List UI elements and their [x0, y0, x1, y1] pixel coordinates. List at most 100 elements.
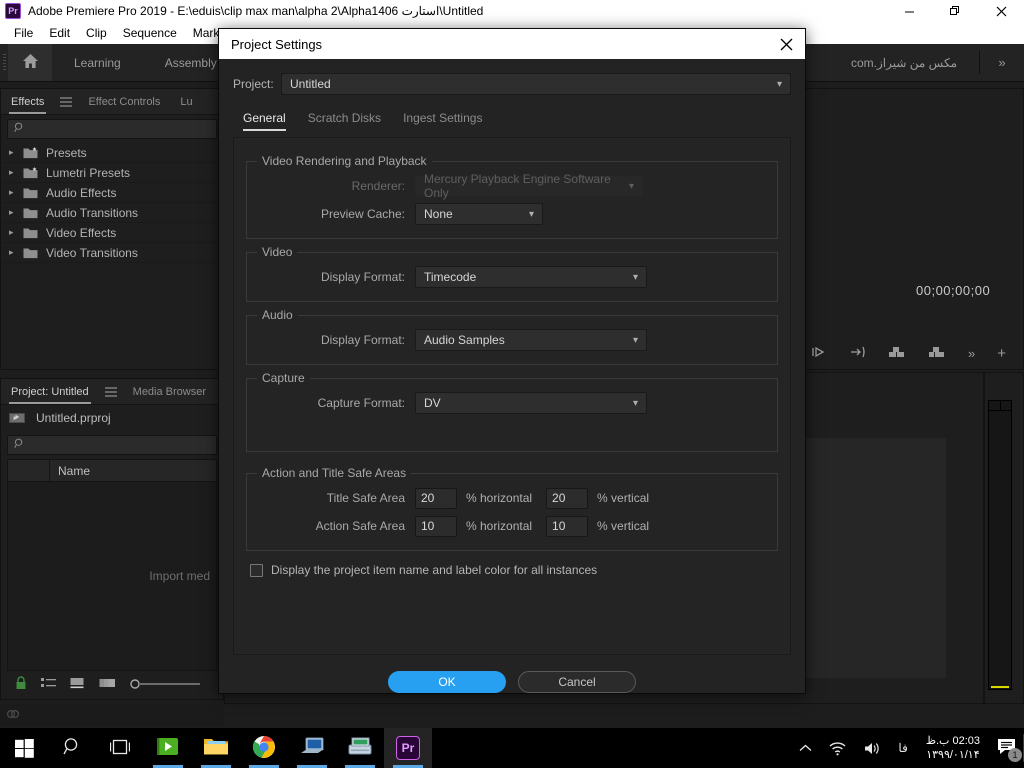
- list-view-icon[interactable]: [41, 677, 56, 692]
- title-safe-horizontal-input[interactable]: 20: [415, 487, 457, 509]
- monitor-timecode[interactable]: 00;00;00;00: [916, 283, 990, 298]
- audio-display-format-select[interactable]: Audio Samples ▾: [415, 329, 647, 351]
- workspace-tab-learning[interactable]: Learning: [52, 44, 143, 81]
- effects-item-audio-transitions[interactable]: ▸ Audio Transitions: [1, 203, 223, 223]
- start-button[interactable]: [0, 728, 48, 768]
- project-select[interactable]: Untitled ▾: [281, 73, 791, 95]
- chevron-down-icon: ▾: [528, 208, 534, 220]
- tab-scratch-disks[interactable]: Scratch Disks: [308, 111, 381, 131]
- display-project-item-name-checkbox[interactable]: [250, 563, 263, 577]
- effects-item-label: Presets: [46, 145, 87, 160]
- chevron-right-icon[interactable]: ▸: [9, 247, 23, 258]
- zoom-slider[interactable]: [130, 678, 202, 690]
- taskbar-clock[interactable]: 02:03 ب.ظ ۱۳۹۹/۰۱/۱۴: [916, 734, 990, 762]
- action-safe-vertical-input[interactable]: 10: [546, 515, 589, 537]
- dialog-close-button[interactable]: [767, 29, 805, 59]
- chevron-down-icon: ▾: [632, 334, 638, 346]
- tab-media-browser[interactable]: Media Browser: [123, 379, 216, 404]
- menu-edit[interactable]: Edit: [41, 22, 78, 44]
- workspace-overflow-icon[interactable]: »: [980, 44, 1024, 81]
- restore-button[interactable]: [932, 0, 978, 22]
- panel-menu-icon[interactable]: [99, 379, 123, 404]
- column-name[interactable]: Name: [50, 464, 90, 478]
- title-safe-area-label: Title Safe Area: [326, 491, 405, 505]
- ok-button[interactable]: OK: [388, 671, 506, 693]
- action-safe-horizontal-input[interactable]: 10: [415, 515, 457, 537]
- freeform-view-icon[interactable]: [99, 677, 116, 692]
- group-capture: Capture Capture Format: DV ▾: [246, 371, 778, 452]
- video-display-format-select[interactable]: Timecode ▾: [415, 266, 647, 288]
- group-safe-areas-legend: Action and Title Safe Areas: [262, 466, 407, 480]
- lift-icon[interactable]: [928, 345, 946, 362]
- tab-lumetri[interactable]: Lu: [170, 89, 202, 114]
- close-button[interactable]: [978, 0, 1024, 22]
- effects-search-input[interactable]: [7, 119, 217, 139]
- tab-effects[interactable]: Effects: [1, 89, 54, 114]
- task-view-button[interactable]: [96, 728, 144, 768]
- workspace-tab-custom[interactable]: مکس من شیراز.com: [829, 44, 979, 81]
- effects-tree: ▸ Presets ▸ Lumetri Presets ▸ Audio Effe…: [1, 143, 223, 263]
- group-safe-areas: Action and Title Safe Areas Title Safe A…: [246, 466, 778, 551]
- project-panel-tabs: Project: Untitled Media Browser: [1, 379, 223, 405]
- taskbar-app-camtasia[interactable]: [144, 728, 192, 768]
- menu-clip[interactable]: Clip: [78, 22, 115, 44]
- action-safe-area-label: Action Safe Area: [315, 519, 405, 533]
- tab-general[interactable]: General: [243, 111, 286, 131]
- add-icon[interactable]: +: [997, 345, 1006, 362]
- project-search-input[interactable]: [7, 435, 217, 455]
- tab-effect-controls[interactable]: Effect Controls: [78, 89, 170, 114]
- effects-item-audio-effects[interactable]: ▸ Audio Effects: [1, 183, 223, 203]
- project-items-list[interactable]: Import med: [7, 481, 217, 671]
- panel-menu-icon[interactable]: [54, 89, 78, 114]
- renderer-value: Mercury Playback Engine Software Only: [424, 172, 611, 200]
- tab-project[interactable]: Project: Untitled: [1, 379, 99, 404]
- project-file-row[interactable]: Untitled.prproj: [1, 405, 223, 431]
- taskbar-app-premiere-pro[interactable]: Pr: [384, 728, 432, 768]
- overwrite-icon[interactable]: [888, 345, 906, 362]
- insert-icon[interactable]: [850, 346, 866, 361]
- icon-view-icon[interactable]: [70, 677, 85, 692]
- project-column-header[interactable]: Name: [7, 459, 217, 481]
- lock-icon[interactable]: [15, 675, 27, 693]
- effects-item-presets[interactable]: ▸ Presets: [1, 143, 223, 163]
- more-icon[interactable]: »: [968, 346, 975, 361]
- chevron-right-icon[interactable]: ▸: [9, 227, 23, 238]
- preview-cache-select[interactable]: None ▾: [415, 203, 543, 225]
- chevron-right-icon[interactable]: ▸: [9, 167, 23, 178]
- taskbar-app-chrome[interactable]: [240, 728, 288, 768]
- panel-grip[interactable]: [0, 44, 8, 81]
- renderer-select: Mercury Playback Engine Software Only ▾: [415, 172, 643, 200]
- project-panel: Project: Untitled Media Browser Untitled…: [0, 378, 224, 700]
- chevron-right-icon[interactable]: ▸: [9, 147, 23, 158]
- effects-item-lumetri-presets[interactable]: ▸ Lumetri Presets: [1, 163, 223, 183]
- effects-item-video-transitions[interactable]: ▸ Video Transitions: [1, 243, 223, 263]
- effects-item-video-effects[interactable]: ▸ Video Effects: [1, 223, 223, 243]
- audio-meter-left-indicator: [991, 686, 1000, 688]
- minimize-button[interactable]: [886, 0, 932, 22]
- wifi-icon[interactable]: [820, 741, 855, 756]
- menu-file[interactable]: File: [6, 22, 41, 44]
- display-project-item-name-row[interactable]: Display the project item name and label …: [246, 551, 778, 577]
- taskbar-search-button[interactable]: [48, 728, 96, 768]
- home-button[interactable]: [8, 44, 52, 81]
- sync-settings-icon[interactable]: [6, 708, 20, 723]
- notifications-button[interactable]: 1: [990, 728, 1024, 768]
- taskbar-app-file-explorer[interactable]: [192, 728, 240, 768]
- show-hidden-icons-icon[interactable]: [791, 744, 820, 753]
- capture-format-select[interactable]: DV ▾: [415, 392, 647, 414]
- renderer-row: Renderer: Mercury Playback Engine Softwa…: [257, 172, 767, 200]
- language-indicator[interactable]: فا: [890, 741, 915, 755]
- volume-icon[interactable]: [855, 741, 890, 756]
- project-search-row: [1, 431, 223, 459]
- cancel-button[interactable]: Cancel: [518, 671, 636, 693]
- export-frame-icon[interactable]: [812, 346, 828, 361]
- chevron-right-icon[interactable]: ▸: [9, 207, 23, 218]
- import-media-hint[interactable]: Import med: [149, 569, 210, 583]
- tab-ingest-settings[interactable]: Ingest Settings: [403, 111, 482, 131]
- menu-sequence[interactable]: Sequence: [115, 22, 185, 44]
- taskbar-app-scanner[interactable]: [336, 728, 384, 768]
- audio-meter[interactable]: [988, 400, 1012, 690]
- taskbar-app-media[interactable]: [288, 728, 336, 768]
- chevron-right-icon[interactable]: ▸: [9, 187, 23, 198]
- title-safe-vertical-input[interactable]: 20: [546, 487, 589, 509]
